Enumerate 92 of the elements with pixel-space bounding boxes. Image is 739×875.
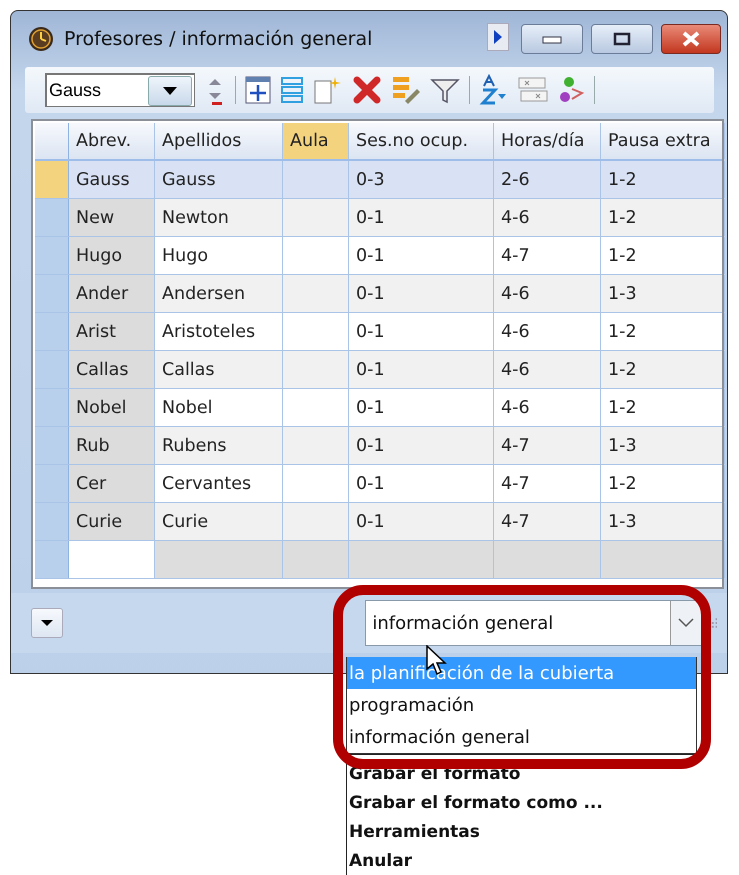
column-header[interactable]: Abrev. bbox=[69, 123, 155, 159]
table-cell: 1-2 bbox=[601, 465, 725, 502]
close-button[interactable] bbox=[661, 24, 721, 54]
window-title: Profesores / información general bbox=[64, 28, 374, 50]
table-cell: Callas bbox=[155, 351, 283, 388]
table-row[interactable]: Ander Andersen 0-1 4-6 1-3 bbox=[35, 275, 722, 313]
table-cell: 4-7 bbox=[494, 427, 601, 464]
table-cell: Nobel bbox=[69, 389, 155, 426]
table-cell: 0-1 bbox=[349, 313, 494, 350]
table-cell: 0-1 bbox=[349, 237, 494, 274]
table-cell: 4-6 bbox=[494, 313, 601, 350]
view-selector[interactable]: información general bbox=[365, 600, 702, 646]
table-cell: 2-6 bbox=[494, 161, 601, 198]
table-cell: Rubens bbox=[155, 427, 283, 464]
table-cell: 1-2 bbox=[601, 389, 725, 426]
menu-item[interactable]: Anular bbox=[347, 846, 701, 875]
list-icon[interactable] bbox=[280, 76, 304, 104]
table-row[interactable]: Rub Rubens 0-1 4-7 1-3 bbox=[35, 427, 722, 465]
dropdown-option[interactable]: información general bbox=[347, 721, 696, 753]
table-row[interactable]: New Newton 0-1 4-6 1-2 bbox=[35, 199, 722, 237]
table-cell: Curie bbox=[69, 503, 155, 540]
new-page-icon[interactable] bbox=[313, 75, 343, 105]
column-header[interactable]: Horas/día bbox=[494, 123, 601, 159]
table-row[interactable]: Nobel Nobel 0-1 4-6 1-2 bbox=[35, 389, 722, 427]
table-cell: 4-7 bbox=[494, 237, 601, 274]
table-cell: 4-6 bbox=[494, 351, 601, 388]
table-cell: Newton bbox=[155, 199, 283, 236]
table-row[interactable]: Callas Callas 0-1 4-6 1-2 bbox=[35, 351, 722, 389]
table-cell: Ander bbox=[69, 275, 155, 312]
table-cell: 0-1 bbox=[349, 389, 494, 426]
minimize-button[interactable] bbox=[521, 24, 583, 54]
table-cell: 0-1 bbox=[349, 351, 494, 388]
caret-icon bbox=[40, 619, 54, 627]
table-row[interactable]: Cer Cervantes 0-1 4-7 1-2 bbox=[35, 465, 722, 503]
edit-rows-icon[interactable] bbox=[391, 75, 421, 105]
table-cell: Arist bbox=[69, 313, 155, 350]
table-cell: Cervantes bbox=[155, 465, 283, 502]
table-cell: 4-7 bbox=[494, 465, 601, 502]
table-cell: 1-2 bbox=[601, 199, 725, 236]
table-cell: 0-1 bbox=[349, 199, 494, 236]
menu-item[interactable]: Grabar el formato como ... bbox=[347, 788, 701, 817]
teacher-selector[interactable]: Gauss bbox=[45, 73, 195, 107]
table-cell: New bbox=[69, 199, 155, 236]
table-cell: 1-2 bbox=[601, 161, 725, 198]
table-cell: 1-2 bbox=[601, 237, 725, 274]
connect-icon[interactable] bbox=[557, 75, 585, 105]
close-icon bbox=[681, 31, 701, 47]
table-cell: 4-6 bbox=[494, 389, 601, 426]
column-header[interactable]: Aula bbox=[283, 123, 349, 159]
table-row[interactable]: Curie Curie 0-1 4-7 1-3 bbox=[35, 503, 722, 541]
table-cell: 0-1 bbox=[349, 503, 494, 540]
grid-fields-icon[interactable] bbox=[518, 76, 548, 104]
clock-icon bbox=[28, 26, 54, 52]
minimize-icon bbox=[542, 34, 562, 44]
maximize-icon bbox=[613, 32, 631, 46]
table-cell: 4-6 bbox=[494, 275, 601, 312]
table-cell: Andersen bbox=[155, 275, 283, 312]
table-cell: 4-6 bbox=[494, 199, 601, 236]
column-header[interactable]: Pausa extra bbox=[601, 123, 725, 159]
table-cell: Rub bbox=[69, 427, 155, 464]
table-cell: Curie bbox=[155, 503, 283, 540]
table-cell: Gauss bbox=[155, 161, 283, 198]
table-cell: 0-1 bbox=[349, 427, 494, 464]
table-cell: 0-1 bbox=[349, 465, 494, 502]
table-cell: 1-2 bbox=[601, 313, 725, 350]
play-icon[interactable] bbox=[487, 23, 509, 51]
table-cell: Cer bbox=[69, 465, 155, 502]
table-cell: 0-3 bbox=[349, 161, 494, 198]
table-cell: 1-3 bbox=[601, 427, 725, 464]
table-row[interactable]: Hugo Hugo 0-1 4-7 1-2 bbox=[35, 237, 722, 275]
table-cell: 1-3 bbox=[601, 503, 725, 540]
new-record-row[interactable] bbox=[35, 541, 722, 579]
dropdown-option[interactable]: programación bbox=[347, 689, 696, 721]
table-cell: Hugo bbox=[155, 237, 283, 274]
table-cell: 1-2 bbox=[601, 351, 725, 388]
chevron-down-icon bbox=[678, 618, 694, 628]
table-row[interactable]: Gauss Gauss 0-3 2-6 1-2 bbox=[35, 161, 722, 199]
column-header[interactable]: Ses.no ocup. bbox=[349, 123, 494, 159]
table-cell: 1-3 bbox=[601, 275, 725, 312]
maximize-button[interactable] bbox=[591, 24, 653, 54]
sort-icon[interactable] bbox=[479, 74, 509, 106]
table-cell: 0-1 bbox=[349, 275, 494, 312]
table-cell: Hugo bbox=[69, 237, 155, 274]
table-cell: Nobel bbox=[155, 389, 283, 426]
table-cell: 4-7 bbox=[494, 503, 601, 540]
options-button[interactable] bbox=[31, 608, 64, 638]
table-cell: Callas bbox=[69, 351, 155, 388]
table-cell: Aristoteles bbox=[155, 313, 283, 350]
move-icon[interactable] bbox=[245, 76, 271, 104]
menu-item[interactable]: Herramientas bbox=[347, 817, 701, 846]
delete-icon[interactable] bbox=[352, 75, 382, 105]
table-row[interactable]: Arist Aristoteles 0-1 4-6 1-2 bbox=[35, 313, 722, 351]
